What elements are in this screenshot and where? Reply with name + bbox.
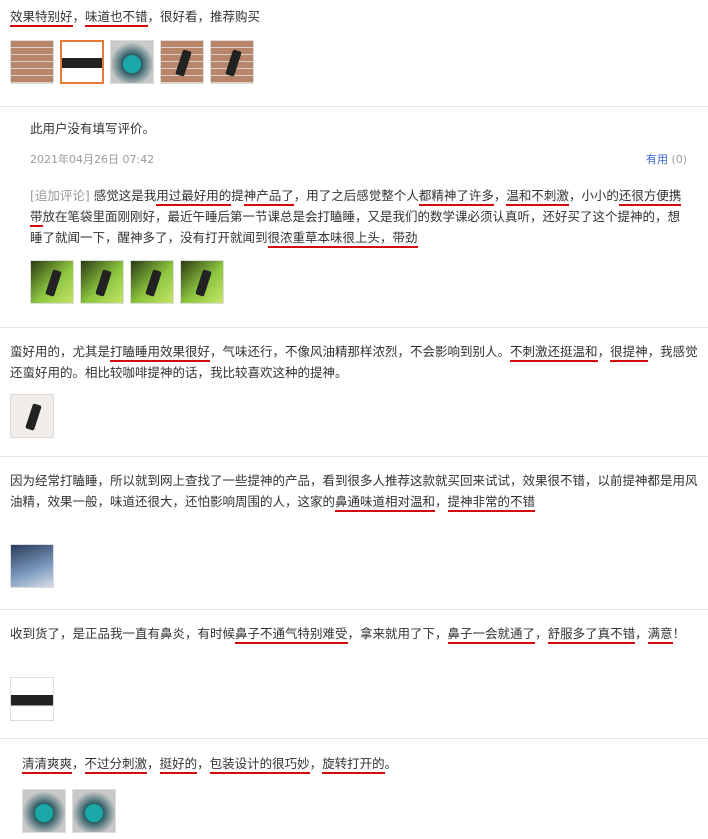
review-photo-thumbnail[interactable] <box>210 40 254 84</box>
review-images <box>10 544 54 588</box>
text-segment: ，气味还行，不像风油精那样浓烈，不会影响到别人。 <box>210 344 511 359</box>
text-segment: ， <box>493 188 507 203</box>
review-images <box>22 789 116 833</box>
review-photo-thumbnail[interactable] <box>10 544 54 588</box>
review-photo-thumbnail[interactable] <box>10 394 54 438</box>
text-segment: ， <box>147 756 160 771</box>
text-segment: 提 <box>231 188 244 203</box>
text-segment: 感觉这是我 <box>89 188 157 203</box>
text-segment: ， <box>535 626 548 641</box>
text-segment: ，很好看，推荐购买 <box>147 9 261 24</box>
highlighted-phrase: 温和不刺激 <box>506 188 569 206</box>
text-segment: ，小小的 <box>568 188 619 203</box>
review-images <box>10 394 54 438</box>
text-segment: ！ <box>672 626 686 641</box>
highlighted-phrase: 都精神了许多 <box>418 188 494 206</box>
highlighted-phrase: 神产品了 <box>243 188 294 206</box>
review-text: 因为经常打瞌睡，所以就到网上查找了一些提神的产品，看到很多人推荐这款就买回来试试… <box>10 470 700 512</box>
review-photo-thumbnail[interactable] <box>130 260 174 304</box>
highlighted-phrase: 不刺激还挺温和 <box>510 344 598 362</box>
highlighted-phrase: 清清爽爽 <box>22 756 73 774</box>
review-text: 此用户没有填写评价。 <box>30 121 156 136</box>
highlighted-phrase: 用过最好用的 <box>156 188 232 206</box>
review-photo-thumbnail[interactable] <box>160 40 204 84</box>
review-photo-thumbnail[interactable] <box>10 40 54 84</box>
review-text: 清清爽爽，不过分刺激，挺好的，包装设计的很巧妙，旋转打开的。 <box>22 753 702 774</box>
highlighted-phrase: 旋转打开的 <box>322 756 385 774</box>
text-segment: ， <box>72 756 85 771</box>
divider <box>0 106 708 107</box>
review-photo-thumbnail[interactable] <box>80 260 124 304</box>
review-images <box>10 40 254 84</box>
divider <box>0 738 708 739</box>
review-images <box>30 260 224 304</box>
text-segment: ，拿来就用了下， <box>347 626 448 641</box>
highlighted-phrase: 鼻通味道相对温和 <box>335 494 436 512</box>
divider <box>0 609 708 610</box>
text-segment: ， <box>72 9 86 24</box>
highlighted-phrase: 包装设计的很巧妙 <box>209 756 310 774</box>
text-segment: ， <box>309 756 323 771</box>
divider <box>0 327 708 328</box>
additional-review-tag: [追加评论] <box>30 188 90 203</box>
review-photo-thumbnail[interactable] <box>180 260 224 304</box>
review-date: 2021年04月26日 07:42 <box>30 153 155 166</box>
review-text: 效果特别好，味道也不错，很好看，推荐购买 <box>10 6 700 27</box>
highlighted-phrase: 鼻子不通气特别难受 <box>235 626 348 644</box>
highlighted-phrase: 鼻子一会就通了 <box>447 626 536 644</box>
text-segment: ， <box>597 344 611 359</box>
review-images <box>10 677 54 721</box>
review-list: 效果特别好，味道也不错，很好看，推荐购买 此用户没有填写评价。 2021年04月… <box>0 0 708 839</box>
highlighted-phrase: 很提神 <box>610 344 648 362</box>
review-photo-thumbnail[interactable] <box>60 40 104 84</box>
useful-label: 有用 <box>646 153 668 166</box>
review-photo-thumbnail[interactable] <box>72 789 116 833</box>
text-segment: ， <box>197 756 210 771</box>
highlighted-phrase: 不过分刺激 <box>84 756 148 774</box>
highlighted-phrase: 味道也不错 <box>85 9 148 27</box>
text-segment: ，用了之后感觉整个人 <box>293 188 419 203</box>
highlighted-phrase: 很浓重草本味很上头，带劲 <box>267 230 418 248</box>
review-photo-thumbnail[interactable] <box>22 789 66 833</box>
text-segment: 。 <box>384 756 398 771</box>
highlighted-phrase: 效果特别好 <box>10 9 73 27</box>
additional-review-text: [追加评论] 感觉这是我用过最好用的提神产品了，用了之后感觉整个人都精神了许多，… <box>30 185 690 248</box>
text-segment: ， <box>635 626 648 641</box>
text-segment: ， <box>435 494 448 509</box>
review-text: 蛮好用的，尤其是打瞌睡用效果很好，气味还行，不像风油精那样浓烈，不会影响到别人。… <box>10 341 700 383</box>
review-photo-thumbnail[interactable] <box>10 677 54 721</box>
text-segment: 收到货了，是正品我一直有鼻炎，有时候 <box>10 626 236 641</box>
useful-count: (0) <box>671 153 688 166</box>
divider <box>0 456 708 457</box>
text-segment: 蛮好用的，尤其是 <box>10 344 111 359</box>
highlighted-phrase: 提神非常的不错 <box>447 494 536 512</box>
review-photo-thumbnail[interactable] <box>30 260 74 304</box>
review-photo-thumbnail[interactable] <box>110 40 154 84</box>
highlighted-phrase: 打瞌睡用效果很好 <box>110 344 211 362</box>
highlighted-phrase: 舒服多了真不错 <box>547 626 636 644</box>
useful-button[interactable]: 有用 (0) <box>646 151 687 167</box>
highlighted-phrase: 满意 <box>647 626 673 644</box>
highlighted-phrase: 挺好的 <box>159 756 198 774</box>
review-text: 收到货了，是正品我一直有鼻炎，有时候鼻子不通气特别难受，拿来就用了下，鼻子一会就… <box>10 623 700 644</box>
